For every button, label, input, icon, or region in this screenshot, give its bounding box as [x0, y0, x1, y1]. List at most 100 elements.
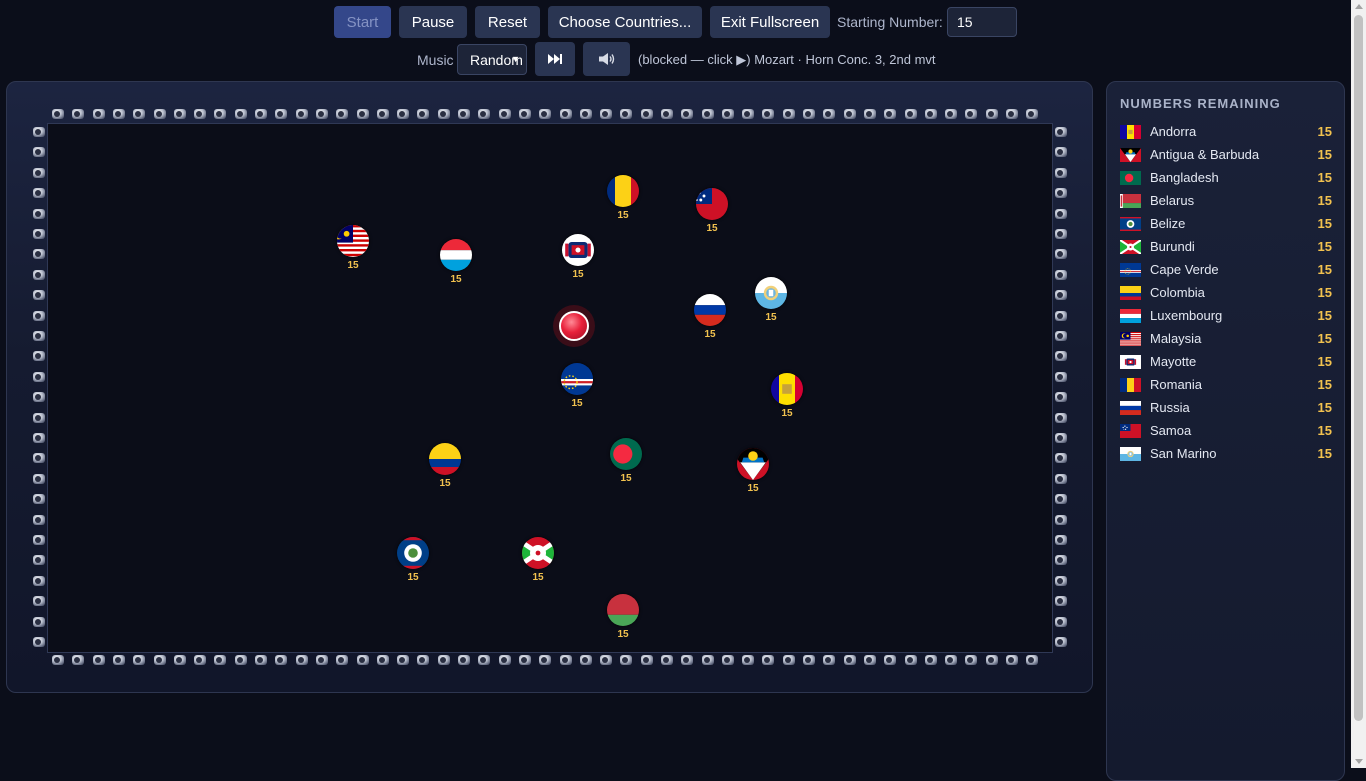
peg-hole	[480, 657, 486, 663]
peg-hole	[35, 476, 41, 482]
ball-andorra	[771, 373, 803, 405]
peg-hole	[683, 111, 689, 117]
peg-hole	[359, 111, 365, 117]
peg-hole	[216, 657, 222, 663]
spawner-core-icon	[559, 311, 589, 341]
peg-hole	[318, 111, 324, 117]
peg-hole	[988, 111, 994, 117]
country-row-andorra: Andorra 15	[1120, 121, 1332, 144]
peg-hole	[298, 657, 304, 663]
peg-hole	[35, 374, 41, 380]
peg-hole	[704, 111, 710, 117]
peg-hole	[257, 111, 263, 117]
peg-hole	[419, 111, 425, 117]
country-name: Burundi	[1150, 239, 1195, 254]
ball-spawner	[553, 305, 595, 347]
peg-hole	[54, 657, 60, 663]
peg-hole	[35, 190, 41, 196]
country-row-antigua: Antigua & Barbuda 15	[1120, 144, 1332, 167]
peg-hole	[501, 111, 507, 117]
ball-antigua	[737, 448, 769, 480]
country-name: San Marino	[1150, 446, 1217, 461]
page-scrollbar[interactable]	[1351, 0, 1366, 768]
peg-hole	[399, 657, 405, 663]
peg-hole	[216, 111, 222, 117]
peg-hole	[521, 657, 527, 663]
peg-hole	[1057, 353, 1063, 359]
country-name: Romania	[1150, 377, 1203, 392]
country-row-malaysia: Malaysia 15	[1120, 328, 1332, 351]
flag-icon	[1119, 239, 1142, 255]
country-count: 15	[1317, 285, 1332, 300]
ball-belize	[397, 537, 429, 569]
peg-hole	[1057, 190, 1063, 196]
peg-hole	[866, 111, 872, 117]
ball-samoa	[696, 188, 728, 220]
peg-hole	[1057, 639, 1063, 645]
peg-hole	[1057, 435, 1063, 441]
peg-hole	[907, 657, 913, 663]
scroll-up-arrow-icon[interactable]	[1355, 4, 1363, 9]
peg-hole	[967, 111, 973, 117]
peg-hole	[35, 394, 41, 400]
peg-hole	[1057, 496, 1063, 502]
country-name: Colombia	[1150, 285, 1205, 300]
peg-hole	[562, 111, 568, 117]
peg-hole	[35, 353, 41, 359]
peg-hole	[1057, 537, 1063, 543]
peg-hole	[35, 435, 41, 441]
ball-number: 15	[439, 478, 451, 489]
peg-hole	[1057, 292, 1063, 298]
ball-luxembourg	[440, 239, 472, 271]
country-count: 15	[1317, 193, 1332, 208]
peg-hole	[1057, 129, 1063, 135]
flag-icon	[1120, 424, 1141, 438]
peg-hole	[35, 455, 41, 461]
peg-hole	[95, 111, 101, 117]
peg-hole	[35, 211, 41, 217]
peg-hole	[35, 537, 41, 543]
peg-hole	[704, 657, 710, 663]
peg-hole	[176, 657, 182, 663]
peg-hole	[135, 657, 141, 663]
country-name: Belize	[1150, 216, 1186, 231]
peg-hole	[866, 657, 872, 663]
flag-icon	[1120, 332, 1141, 346]
peg-hole	[277, 657, 283, 663]
peg-hole	[95, 657, 101, 663]
scroll-thumb[interactable]	[1354, 15, 1363, 721]
flag-icon	[1120, 378, 1141, 392]
peg-hole	[1057, 476, 1063, 482]
ball-bangladesh	[610, 438, 642, 470]
peg-hole	[582, 657, 588, 663]
peg-hole	[35, 598, 41, 604]
country-row-colombia: Colombia 15	[1120, 282, 1332, 305]
country-row-romania: Romania 15	[1120, 374, 1332, 397]
peg-hole	[379, 111, 385, 117]
country-name: Russia	[1150, 400, 1190, 415]
ball-number: 15	[781, 408, 793, 419]
peg-hole	[196, 657, 202, 663]
ball-colombia	[429, 443, 461, 475]
ball-number: 15	[620, 473, 632, 484]
ball-sanmarino	[755, 277, 787, 309]
peg-hole	[1008, 657, 1014, 663]
numbers-remaining-panel: NUMBERS REMAINING Andorra 15 Antigua & Bar…	[1106, 81, 1345, 781]
peg-hole	[35, 129, 41, 135]
peg-hole	[460, 657, 466, 663]
scroll-down-arrow-icon[interactable]	[1355, 759, 1363, 764]
peg-hole	[115, 111, 121, 117]
peg-hole	[967, 657, 973, 663]
ball-romania	[607, 175, 639, 207]
peg-hole	[257, 657, 263, 663]
peg-hole	[805, 111, 811, 117]
peg-hole	[683, 657, 689, 663]
peg-hole	[602, 657, 608, 663]
peg-hole	[338, 657, 344, 663]
peg-hole	[988, 657, 994, 663]
peg-hole	[846, 111, 852, 117]
peg-hole	[521, 111, 527, 117]
peg-hole	[785, 111, 791, 117]
peg-hole	[35, 313, 41, 319]
country-row-sanmarino: San Marino 15	[1120, 443, 1332, 466]
